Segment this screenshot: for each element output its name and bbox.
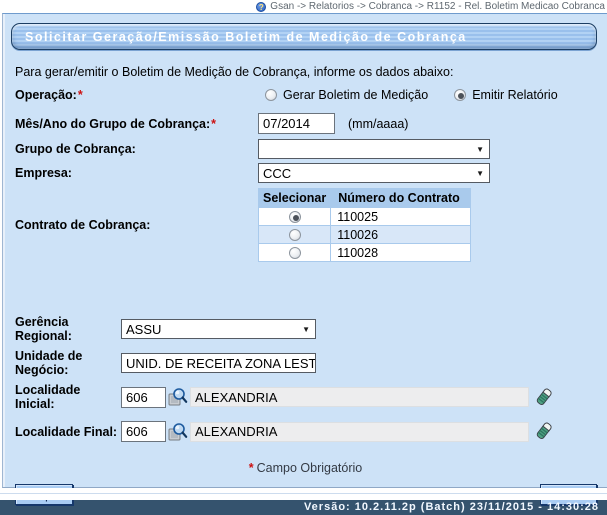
empresa-label: Empresa: xyxy=(15,166,258,180)
localidade-final-name: ALEXANDRIA xyxy=(190,422,529,442)
emitir-relatorio-radio[interactable] xyxy=(454,89,466,101)
localidade-final-input[interactable] xyxy=(121,421,166,442)
chevron-down-icon: ▼ xyxy=(476,145,484,154)
page: ? Gsan -> Relatorios -> Cobranca -> R115… xyxy=(0,0,607,515)
column-header-selecionar: Selecionar xyxy=(259,189,330,207)
localidade-final-row: Localidade Final: ALEXANDRIA xyxy=(3,421,607,442)
required-asterisk: * xyxy=(211,117,216,131)
contrato-label: Contrato de Cobrança: xyxy=(15,218,258,232)
operacao-radio-group: Gerar Boletim de Medição Emitir Relatóri… xyxy=(265,88,558,102)
eraser-icon[interactable] xyxy=(535,387,553,408)
emitir-relatorio-label: Emitir Relatório xyxy=(472,88,557,102)
intro-text: Para gerar/emitir o Boletim de Medição d… xyxy=(15,65,607,79)
localidade-final-label: Localidade Final: xyxy=(15,425,121,439)
gerencia-regional-value: ASSU xyxy=(126,322,161,337)
gerar-boletim-radio[interactable] xyxy=(265,89,277,101)
panel-footer-gap xyxy=(0,488,607,500)
unidade-negocio-select[interactable]: UNID. DE RECEITA ZONA LEST ▼ xyxy=(121,353,316,373)
contrato-radio-110026[interactable] xyxy=(289,229,301,241)
localidade-inicial-input[interactable] xyxy=(121,387,166,408)
empresa-row: Empresa: CCC ▼ xyxy=(3,163,607,183)
chevron-down-icon: ▼ xyxy=(476,169,484,178)
mes-ano-label: Mês/Ano do Grupo de Cobrança:* xyxy=(15,117,258,131)
unidade-negocio-value: UNID. DE RECEITA ZONA LEST xyxy=(126,356,316,371)
table-row: 110026 xyxy=(259,226,470,243)
radio-option-emitir: Emitir Relatório xyxy=(454,88,557,102)
contrato-row: Contrato de Cobrança: Selecionar Número … xyxy=(3,188,607,262)
operacao-row: Operação:* Gerar Boletim de Medição Emit… xyxy=(3,88,607,102)
contrato-numero: 110028 xyxy=(331,244,470,261)
breadcrumb: ? Gsan -> Relatorios -> Cobranca -> R115… xyxy=(0,0,607,13)
radio-option-gerar: Gerar Boletim de Medição xyxy=(265,88,428,102)
grupo-cobranca-row: Grupo de Cobrança: ▼ xyxy=(3,139,607,159)
empresa-select[interactable]: CCC ▼ xyxy=(258,163,490,183)
help-icon[interactable]: ? xyxy=(256,2,266,12)
required-field-note: *Campo Obrigatório xyxy=(3,461,607,475)
mes-ano-input[interactable] xyxy=(258,113,335,134)
localidade-inicial-name: ALEXANDRIA xyxy=(190,387,529,407)
chevron-down-icon: ▼ xyxy=(302,325,310,334)
contrato-radio-110028[interactable] xyxy=(289,247,301,259)
unidade-negocio-label: Unidade de Negócio: xyxy=(15,349,121,377)
main-panel: Solicitar Geração/Emissão Boletim de Med… xyxy=(2,13,607,488)
eraser-icon[interactable] xyxy=(535,421,553,442)
search-icon[interactable] xyxy=(168,422,188,442)
gerencia-regional-label: Gerência Regional: xyxy=(15,315,121,343)
table-row: 110028 xyxy=(259,244,470,261)
operacao-label: Operação:* xyxy=(15,88,258,102)
gerencia-regional-row: Gerência Regional: ASSU ▼ xyxy=(3,315,607,343)
gerar-boletim-label: Gerar Boletim de Medição xyxy=(283,88,428,102)
table-row: 110025 xyxy=(259,208,470,225)
mes-ano-format-hint: (mm/aaaa) xyxy=(348,117,408,131)
grupo-cobranca-label: Grupo de Cobrança: xyxy=(15,142,258,156)
breadcrumb-path: Gsan -> Relatorios -> Cobranca -> R1152 … xyxy=(270,1,605,12)
required-asterisk: * xyxy=(78,88,83,102)
page-title: Solicitar Geração/Emissão Boletim de Med… xyxy=(11,23,597,50)
gerencia-regional-select[interactable]: ASSU ▼ xyxy=(121,319,316,339)
version-footer: Versão: 10.2.11.2p (Batch) 23/11/2015 - … xyxy=(0,500,607,515)
unidade-negocio-row: Unidade de Negócio: UNID. DE RECEITA ZON… xyxy=(3,349,607,377)
localidade-inicial-row: Localidade Inicial: ALEXANDRIA xyxy=(3,383,607,411)
contrato-numero: 110025 xyxy=(331,208,470,225)
empresa-value: CCC xyxy=(263,166,291,181)
search-icon[interactable] xyxy=(168,387,188,407)
column-header-numero-contrato: Número do Contrato xyxy=(331,189,470,207)
contrato-numero: 110026 xyxy=(331,226,470,243)
grupo-cobranca-select[interactable]: ▼ xyxy=(258,139,490,159)
localidade-inicial-label: Localidade Inicial: xyxy=(15,383,121,411)
required-asterisk: * xyxy=(249,461,254,475)
mes-ano-row: Mês/Ano do Grupo de Cobrança:* (mm/aaaa) xyxy=(3,113,607,134)
contrato-radio-110025[interactable] xyxy=(289,211,301,223)
contrato-table: Selecionar Número do Contrato 110025 110… xyxy=(258,188,471,262)
